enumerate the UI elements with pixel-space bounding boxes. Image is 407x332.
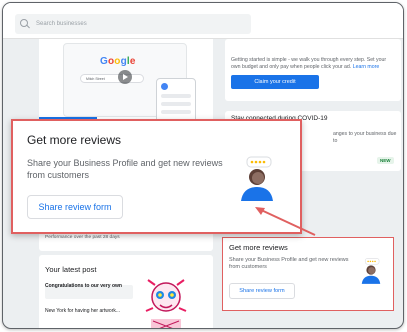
latest-post-card[interactable]: Your latest post Congratulations to our …: [39, 255, 213, 328]
search-placeholder: Search businesses: [36, 21, 87, 27]
post-line-1: Congratulations to our very own: [45, 283, 122, 289]
reviewer-illustration-icon: [241, 156, 273, 201]
app-window: Search businesses Google Mitch Street Ge…: [2, 2, 404, 329]
top-bar: Search businesses: [3, 3, 403, 39]
phone-illustration: [156, 78, 196, 122]
search-icon: [20, 19, 30, 29]
claim-credit-button[interactable]: Claim your credit: [231, 75, 319, 89]
hero-illustration-card: Google Mitch Street: [39, 39, 213, 123]
get-reviews-card: Get more reviews Share your Business Pro…: [222, 237, 394, 311]
callout-text: Share your Business Profile and get new …: [27, 158, 223, 180]
search-input[interactable]: Search businesses: [15, 14, 251, 34]
latest-post-title: Your latest post: [45, 265, 97, 274]
avatar: [161, 83, 168, 90]
learn-more-link[interactable]: Learn more: [353, 64, 380, 70]
device-illustration: Google Mitch Street: [63, 43, 196, 122]
performance-text: Performance over the past 28 days: [45, 235, 120, 240]
mini-search-bar: Mitch Street: [80, 74, 144, 83]
ads-credit-card: Getting started is simple - we walk you …: [225, 39, 401, 101]
new-badge: NEW: [377, 157, 394, 164]
reviews-card-text: Share your Business Profile and get new …: [229, 257, 349, 270]
share-review-form-button[interactable]: Share review form: [229, 283, 295, 299]
post-line-2: New York for having her artwork...: [45, 308, 121, 314]
callout-share-review-form-button[interactable]: Share review form: [27, 195, 123, 219]
google-logo: Google: [100, 56, 136, 67]
callout-title: Get more reviews: [27, 133, 122, 147]
ads-credit-text: Getting started is simple - we walk you …: [231, 57, 387, 70]
reviews-card-title: Get more reviews: [229, 243, 288, 252]
get-reviews-callout: Get more reviews Share your Business Pro…: [11, 119, 302, 234]
play-icon: [118, 70, 132, 84]
covid-text: anges to your business due to: [333, 131, 397, 144]
reviewer-illustration-icon: [361, 258, 381, 284]
post-artwork-image: [143, 275, 189, 328]
